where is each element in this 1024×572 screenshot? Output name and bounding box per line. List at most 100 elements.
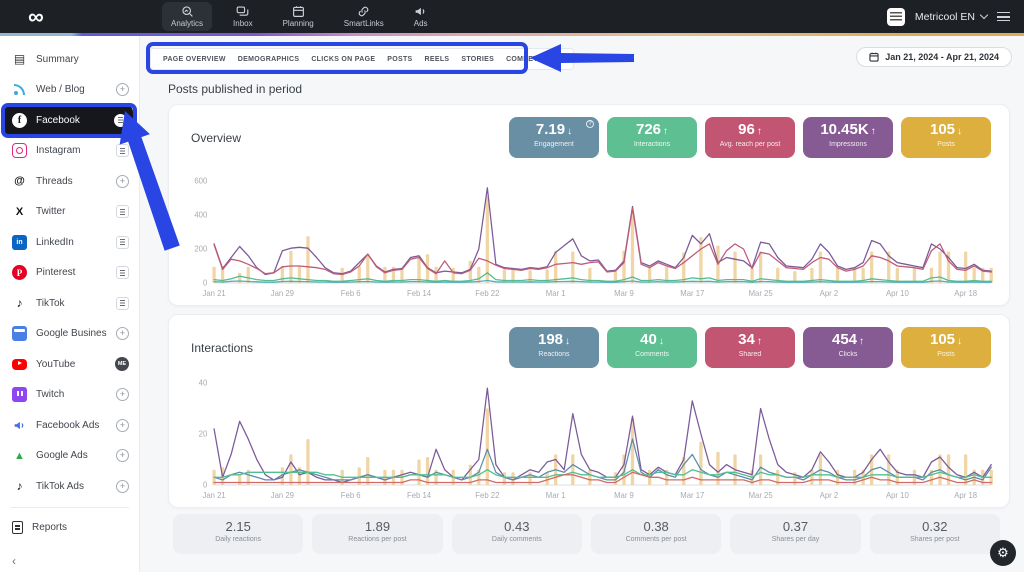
add-connection-button[interactable]: + [116,419,129,432]
sidebar-item-reports[interactable]: Reports [0,513,139,544]
tab-page-overview[interactable]: PAGE OVERVIEW [163,56,226,63]
metricool-logo[interactable]: ∞ [28,2,44,32]
nav-tab-smartlinks[interactable]: SmartLinks [335,2,393,31]
youtube-icon [12,359,27,370]
sidebar-divider [10,507,129,508]
sidebar-item-twitch[interactable]: Twitch + [0,380,139,411]
metric-card-impressions[interactable]: 10.45K↑ Impressions [803,117,893,158]
metric-card-engagement[interactable]: ? 7.19↓ Engagement [509,117,599,158]
metric-label: Engagement [509,141,599,148]
stat-label: Daily reactions [173,536,303,543]
metric-card-posts[interactable]: 105↓ Posts [901,117,991,158]
sidebar-item-label: Pinterest [36,267,107,278]
linkedin-icon: in [12,235,27,250]
tiktok-icon: ♪ [12,296,27,311]
sidebar-item-facebook[interactable]: f Facebook [4,105,133,136]
stat-card-shares-per-day: 0.37 Shares per day [730,514,860,554]
nav-tab-inbox[interactable]: Inbox [224,2,262,31]
twitter-x-icon: X [12,204,27,219]
nav-tab-ads[interactable]: Ads [405,2,437,31]
metric-card-posts[interactable]: 105↓ Posts [901,327,991,368]
menu-icon[interactable] [997,12,1010,21]
sidebar-item-label: Threads [36,176,107,187]
metric-label: Impressions [803,141,893,148]
sidebar-item-tiktok-ads[interactable]: ♪ TikTok Ads + [0,471,139,502]
tab-stories[interactable]: STORIES [461,56,494,63]
metric-card-comments[interactable]: 40↓ Comments [607,327,697,368]
metric-card-reactions[interactable]: 198↓ Reactions [509,327,599,368]
section-title: Interactions [191,341,253,355]
svg-text:Mar 25: Mar 25 [749,491,774,500]
analytics-content: PAGE OVERVIEW DEMOGRAPHICS CLICKS ON PAG… [140,36,1024,572]
sidebar-item-google-business[interactable]: Google Business ... + [0,319,139,350]
help-icon[interactable]: ? [586,120,594,128]
sidebar-item-youtube[interactable]: YouTube ME [0,349,139,380]
stat-value: 0.43 [452,519,582,534]
metric-card-avg-reach[interactable]: 96↑ Avg. reach per post [705,117,795,158]
tab-posts[interactable]: POSTS [387,56,412,63]
metricool-badge [116,236,129,249]
brand-avatar[interactable] [887,8,905,26]
overview-chart: 0200400600Jan 21Jan 29Feb 6Feb 14Feb 22M… [185,173,999,299]
sidebar-item-threads[interactable]: @ Threads + [0,166,139,197]
sidebar-item-linkedin[interactable]: in LinkedIn [0,227,139,258]
section-title: Overview [191,131,241,145]
sidebar-item-label: Facebook [36,115,105,126]
sidebar-item-summary[interactable]: ▤ Summary [0,44,139,75]
svg-text:Feb 14: Feb 14 [407,289,432,298]
add-connection-button[interactable]: + [116,480,129,493]
nav-tab-analytics[interactable]: Analytics [162,2,212,31]
date-range-picker[interactable]: Jan 21, 2024 - Apr 21, 2024 [856,47,1012,67]
metricool-badge [114,114,127,127]
stat-value: 0.32 [870,519,1000,534]
sidebar-item-label: Twitter [36,206,107,217]
summary-icon: ▤ [12,52,27,67]
metric-value: 34 [738,331,755,348]
sidebar-item-facebook-ads[interactable]: Facebook Ads + [0,410,139,441]
pinterest-icon: P [12,265,27,280]
metricool-badge [116,205,129,218]
collapse-sidebar-button[interactable]: ‹ [12,554,16,568]
metric-card-clicks[interactable]: 454↑ Clicks [803,327,893,368]
svg-text:Feb 14: Feb 14 [407,491,432,500]
svg-text:Jan 21: Jan 21 [202,289,225,298]
add-connection-button[interactable]: + [116,175,129,188]
sidebar-item-tiktok[interactable]: ♪ TikTok [0,288,139,319]
facebook-subnav-tabs: PAGE OVERVIEW DEMOGRAPHICS CLICKS ON PAG… [150,48,574,70]
metric-card-shared[interactable]: 34↑ Shared [705,327,795,368]
metric-label: Interactions [607,141,697,148]
sidebar-item-twitter[interactable]: X Twitter [0,197,139,228]
date-range-label: Jan 21, 2024 - Apr 21, 2024 [885,52,999,62]
interactions-section: Interactions 198↓ Reactions 40↓ Comments… [168,314,1010,508]
svg-text:Apr 10: Apr 10 [886,491,909,500]
sidebar-item-google-ads[interactable]: ▲ Google Ads + [0,441,139,472]
sidebar-item-pinterest[interactable]: P Pinterest [0,258,139,289]
inbox-icon [236,5,249,18]
svg-text:Mar 9: Mar 9 [614,491,634,500]
stat-label: Reactions per post [312,536,442,543]
tab-competitors[interactable]: COMPETITORS [506,56,561,63]
trend-arrow-icon: ↓ [567,126,572,137]
stat-value: 2.15 [173,519,303,534]
account-selector[interactable]: Metricool EN [915,11,987,23]
add-connection-button[interactable]: + [116,327,129,340]
tab-demographics[interactable]: DEMOGRAPHICS [238,56,300,63]
svg-text:Mar 9: Mar 9 [614,289,634,298]
megaphone-icon [12,418,27,433]
settings-fab[interactable]: ⚙ [990,540,1016,566]
tab-clicks-on-page[interactable]: CLICKS ON PAGE [311,56,375,63]
channels-sidebar: ▤ Summary Web / Blog + f Facebook Instag… [0,36,140,572]
tab-reels[interactable]: REELS [425,56,450,63]
add-connection-button[interactable]: + [116,449,129,462]
sidebar-item-web-blog[interactable]: Web / Blog + [0,75,139,106]
add-connection-button[interactable]: + [116,83,129,96]
metric-card-interactions[interactable]: 726↑ Interactions [607,117,697,158]
add-connection-button[interactable]: + [116,388,129,401]
metric-label: Reactions [509,351,599,358]
sidebar-item-label: Reports [32,522,129,533]
nav-tab-planning[interactable]: Planning [274,2,323,31]
sidebar-item-label: LinkedIn [36,237,107,248]
sidebar-item-instagram[interactable]: Instagram [0,136,139,167]
svg-text:200: 200 [194,244,208,253]
metric-value: 10.45K [820,121,868,138]
